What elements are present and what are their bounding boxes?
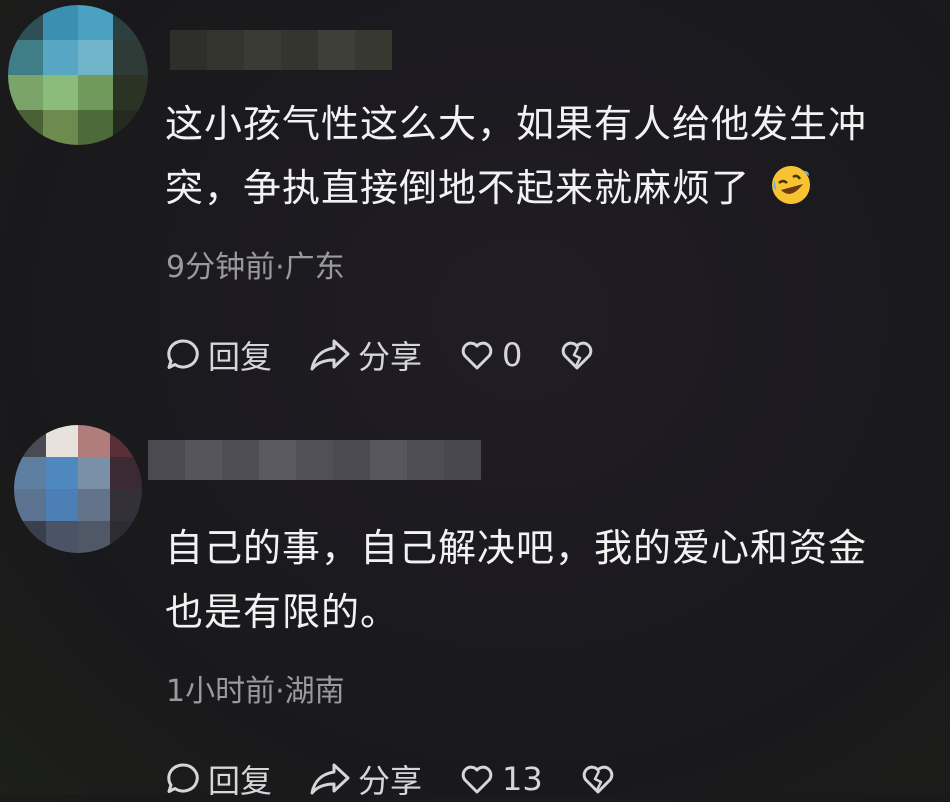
share-button[interactable]: 分享 bbox=[308, 756, 422, 802]
reply-label: 回复 bbox=[208, 762, 273, 800]
like-count: 13 bbox=[502, 760, 543, 798]
reply-button[interactable]: 回复 bbox=[164, 756, 272, 802]
avatar[interactable] bbox=[14, 425, 142, 553]
share-icon bbox=[310, 763, 350, 795]
username-blurred[interactable] bbox=[148, 440, 481, 480]
comment-text: 自己的事，自己解决吧，我的爱心和资金也是有限的。 bbox=[165, 526, 868, 634]
comment-item-2: 自己的事，自己解决吧，我的爱心和资金也是有限的。 1小时前·湖南 回复 分享 1… bbox=[0, 0, 950, 800]
action-bar: 回复 分享 13 bbox=[164, 756, 659, 802]
like-button[interactable]: 13 bbox=[458, 760, 543, 798]
heart-icon bbox=[461, 765, 493, 794]
share-label: 分享 bbox=[358, 762, 423, 800]
broken-heart-icon bbox=[582, 765, 614, 794]
dislike-button[interactable] bbox=[579, 760, 623, 798]
timestamp-location: 1小时前·湖南 bbox=[166, 674, 345, 709]
comment-icon bbox=[167, 763, 199, 793]
